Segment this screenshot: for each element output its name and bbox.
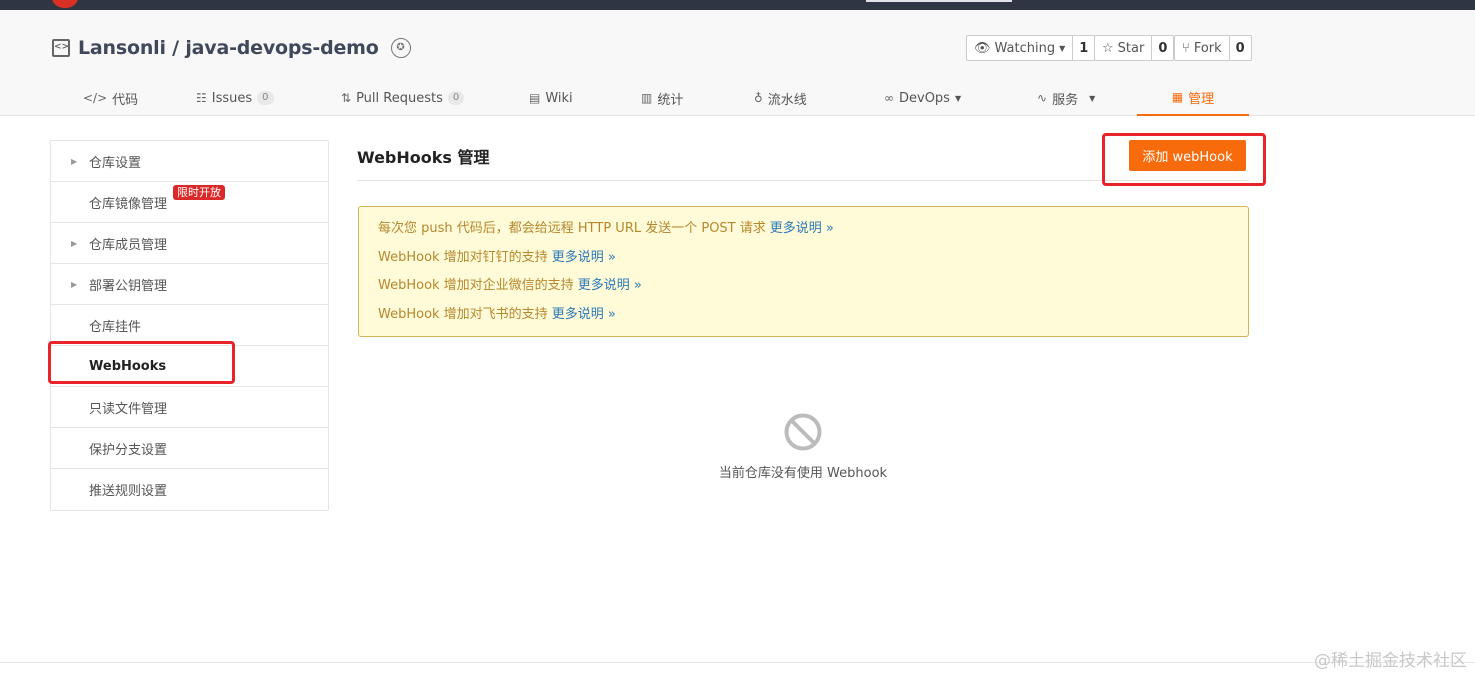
tab-wiki-label: Wiki <box>545 90 573 106</box>
sidebar-item-label: WebHooks <box>89 358 167 374</box>
caret-right-icon: ▶ <box>71 238 78 248</box>
star-action[interactable]: ☆ Star 0 <box>1094 35 1175 61</box>
fork-button[interactable]: ⑂ Fork 0 <box>1174 35 1252 61</box>
issues-icon: ☷ <box>196 91 207 105</box>
no-entry-icon <box>784 413 822 451</box>
more-info-link[interactable]: 更多说明 » <box>552 307 616 322</box>
tab-stats[interactable]: ▥ 统计 <box>641 80 683 116</box>
star-label: Star <box>1117 40 1145 56</box>
pull-requests-count-badge: 0 <box>447 91 465 105</box>
notice-text: WebHook 增加对企业微信的支持 <box>378 278 574 293</box>
sidebar-item-label: 只读文件管理 <box>89 401 168 417</box>
gvp-badge-icon[interactable]: ✪ <box>390 38 411 58</box>
title-divider <box>357 180 1249 181</box>
notice-text: WebHook 增加对钉钉的支持 <box>378 249 548 265</box>
watermark: @稀土掘金技术社区 <box>1314 651 1467 671</box>
more-info-link[interactable]: 更多说明 » <box>578 278 642 293</box>
tab-services[interactable]: ∿ 服务 ▼ <box>1037 80 1095 116</box>
watch-action[interactable]: 👁 Watching ▼ 1 <box>966 35 1096 61</box>
repo-tabs: </> 代码 ☷ Issues 0 ⇅ Pull Requests 0 ▤ Wiki ▥ 统计… <box>0 80 1475 116</box>
sidebar-item-label: 仓库镜像管理 <box>89 196 168 212</box>
sidebar-item-repo-settings[interactable]: ▶ 仓库设置 <box>51 141 328 182</box>
caret-down-icon: ▼ <box>1089 93 1096 103</box>
infinity-icon: ∞ <box>884 91 894 105</box>
tab-wiki[interactable]: ▤ Wiki <box>529 80 573 116</box>
notice-text: 每次您 push 代码后，都会给远程 HTTP URL 发送一个 POST 请求 <box>378 221 766 236</box>
sidebar-item-webhooks[interactable]: WebHooks <box>51 346 328 387</box>
pulse-icon: ∿ <box>1037 91 1048 105</box>
more-info-link[interactable]: 更多说明 » <box>552 250 616 265</box>
tab-devops[interactable]: ∞ DevOps ▼ <box>884 80 961 116</box>
fork-action[interactable]: ⑂ Fork 0 <box>1174 35 1252 61</box>
notice-text: WebHook 增加对飞书的支持 <box>378 306 548 322</box>
watching-label: Watching <box>994 40 1056 56</box>
tab-stats-label: 统计 <box>657 92 684 108</box>
more-info-link[interactable]: 更多说明 » <box>770 221 834 236</box>
repo-code-icon: <> <box>52 39 70 57</box>
watching-button[interactable]: 👁 Watching ▼ 1 <box>966 35 1096 61</box>
bar-chart-icon: ▥ <box>641 91 653 105</box>
sidebar-item-deploy-keys[interactable]: ▶ 部署公钥管理 <box>51 264 328 305</box>
star-icon: ☆ <box>1102 40 1114 56</box>
tab-manage[interactable]: ▦ 管理 <box>1137 80 1249 116</box>
fork-count[interactable]: 0 <box>1228 36 1251 60</box>
tab-pipeline-label: 流水线 <box>767 92 807 108</box>
notice-line: WebHook 增加对钉钉的支持 更多说明 » <box>378 249 1229 278</box>
tab-pull-requests-label: Pull Requests <box>356 90 443 106</box>
add-webhook-button[interactable]: 添加 webHook <box>1129 140 1246 171</box>
sidebar-item-readonly-files[interactable]: 只读文件管理 <box>51 387 328 428</box>
tab-issues-label: Issues <box>211 90 253 106</box>
notice-line: WebHook 增加对飞书的支持 更多说明 » <box>378 306 1229 335</box>
sidebar-item-label: 仓库设置 <box>89 155 142 171</box>
sidebar-item-label: 部署公钥管理 <box>89 278 168 294</box>
empty-state-text: 当前仓库没有使用 Webhook <box>718 466 888 481</box>
tab-code[interactable]: </> 代码 <box>83 80 138 116</box>
document-icon: ▦ <box>1171 90 1184 104</box>
sidebar-item-label: 推送规则设置 <box>89 484 168 499</box>
pull-request-icon: ⇅ <box>341 91 352 105</box>
notice-line: 每次您 push 代码后，都会给远程 HTTP URL 发送一个 POST 请求… <box>378 220 1229 249</box>
tab-code-label: 代码 <box>112 92 139 108</box>
footer-divider <box>0 662 1475 663</box>
sidebar-item-push-rules[interactable]: 推送规则设置 <box>51 469 328 510</box>
tab-pull-requests[interactable]: ⇅ Pull Requests 0 <box>341 80 465 116</box>
caret-down-icon: ▼ <box>1059 43 1066 53</box>
search-box-edge[interactable] <box>866 0 1012 2</box>
sidebar-item-members[interactable]: ▶ 仓库成员管理 <box>51 223 328 264</box>
fork-label: Fork <box>1193 40 1222 56</box>
top-navbar <box>0 0 1475 10</box>
tab-issues[interactable]: ☷ Issues 0 <box>196 80 274 116</box>
site-logo[interactable] <box>52 0 78 8</box>
tab-manage-label: 管理 <box>1188 91 1215 107</box>
repo-header: <> Lansonli / java-devops-demo ✪ 👁 Watchi… <box>0 10 1475 116</box>
pipeline-icon: ♁ <box>754 91 763 105</box>
star-button[interactable]: ☆ Star 0 <box>1094 35 1175 61</box>
sidebar-item-label: 仓库挂件 <box>89 319 142 335</box>
limited-time-badge: 限时开放 <box>173 185 225 200</box>
page-title: WebHooks 管理 <box>357 148 490 167</box>
book-icon: ▤ <box>529 91 541 105</box>
code-icon: </> <box>83 91 108 105</box>
sidebar-item-label: 仓库成员管理 <box>89 237 168 253</box>
fork-icon: ⑂ <box>1182 40 1190 56</box>
webhook-notice: 每次您 push 代码后，都会给远程 HTTP URL 发送一个 POST 请求… <box>358 206 1249 337</box>
repo-title: <> Lansonli / java-devops-demo ✪ <box>52 36 411 60</box>
sidebar-item-protected-branches[interactable]: 保护分支设置 <box>51 428 328 469</box>
settings-sidebar: ▶ 仓库设置 仓库镜像管理 限时开放 ▶ 仓库成员管理 ▶ 部署公钥管理 仓库挂件 W… <box>50 140 329 511</box>
notice-line: WebHook 增加对企业微信的支持 更多说明 » <box>378 277 1229 306</box>
caret-right-icon: ▶ <box>71 279 78 289</box>
sidebar-item-mirror[interactable]: 仓库镜像管理 限时开放 <box>51 182 328 223</box>
eye-icon: 👁 <box>974 40 991 56</box>
caret-down-icon: ▼ <box>954 93 962 103</box>
sidebar-item-widgets[interactable]: 仓库挂件 <box>51 305 328 346</box>
watching-count[interactable]: 1 <box>1072 36 1094 60</box>
star-count[interactable]: 0 <box>1151 36 1173 60</box>
sidebar-item-label: 保护分支设置 <box>89 442 168 458</box>
tab-devops-label: DevOps <box>899 90 950 106</box>
tab-services-label: 服务 <box>1052 92 1079 108</box>
tab-pipeline[interactable]: ♁ 流水线 <box>754 80 807 116</box>
caret-right-icon: ▶ <box>71 156 78 166</box>
repo-name-link[interactable]: Lansonli / java-devops-demo <box>78 37 379 59</box>
issues-count-badge: 0 <box>257 91 274 105</box>
